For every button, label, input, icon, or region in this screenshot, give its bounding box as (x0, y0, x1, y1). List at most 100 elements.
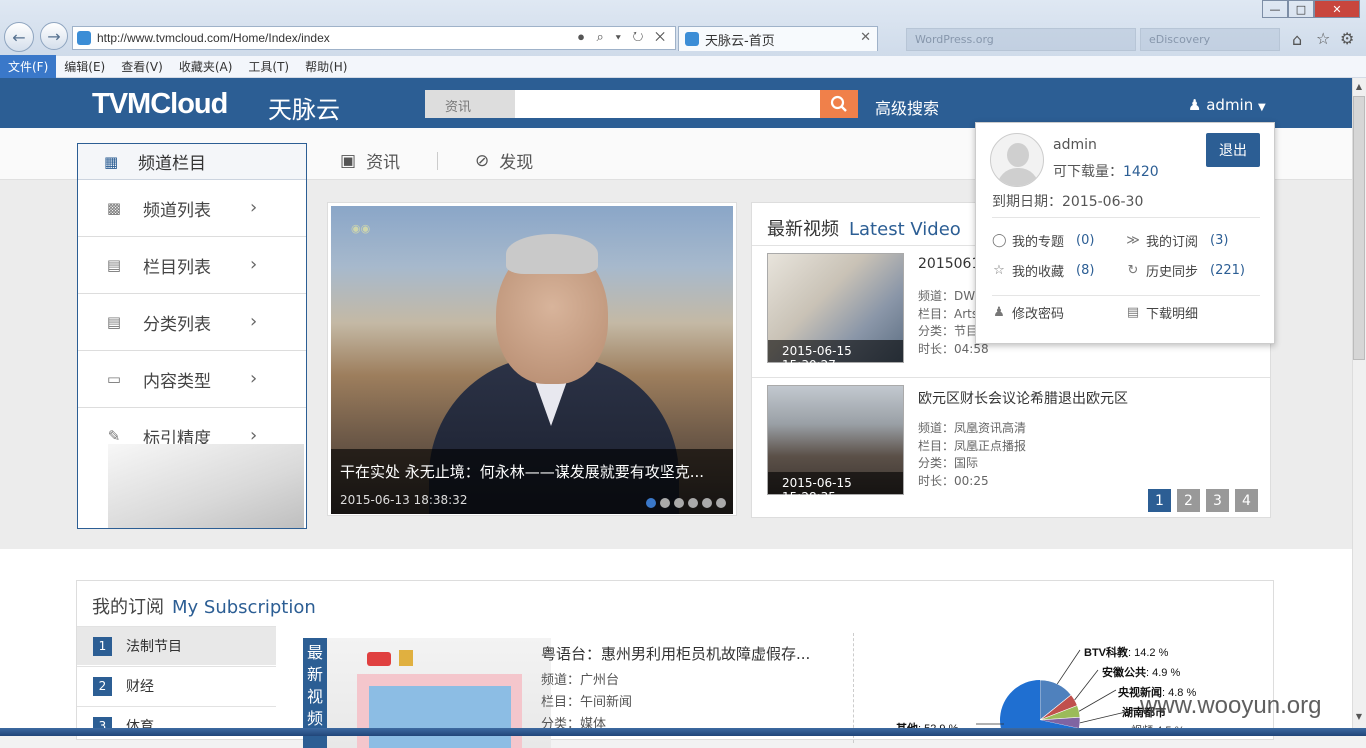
menu-file[interactable]: 文件(F) (0, 55, 57, 78)
search-type-select[interactable]: 资讯 (425, 90, 515, 118)
link-label: 我的收藏 (1012, 265, 1065, 280)
avatar (990, 133, 1044, 187)
subscription-video-channel: 频道：广州台 (541, 673, 620, 688)
page-button[interactable]: 3 (1206, 489, 1229, 512)
slider-dot[interactable] (702, 498, 712, 508)
compass-icon: ⊘ (475, 150, 490, 171)
subscription-title-cn: 我的订阅 (92, 597, 164, 618)
link-count: (221) (1210, 263, 1245, 278)
star-icon: ☆ (993, 263, 1005, 278)
subscription-item[interactable]: 1 法制节目 (77, 626, 276, 665)
my-topics-link[interactable]: ◯ 我的专题 (0) (992, 231, 1094, 250)
video-thumbnail[interactable]: 2015-06-15 15:30:27 (767, 253, 904, 372)
link-label: 我的订阅 (1146, 235, 1199, 250)
active-tab[interactable]: 天脉云-首页 ✕ (678, 26, 878, 51)
document-icon: ▤ (106, 256, 122, 274)
search-input[interactable] (515, 90, 820, 118)
my-subscriptions-link[interactable]: ≫ 我的订阅 (3) (1126, 231, 1228, 250)
user-icon: ♟ (1188, 96, 1202, 114)
logo-cn: 天脉云 (268, 96, 340, 124)
page-button[interactable]: 4 (1235, 489, 1258, 512)
hero-title[interactable]: 干在实处 永无止境：何永林——谋发展就要有攻坚克... (340, 461, 704, 482)
link-count: (3) (1210, 233, 1229, 248)
video-thumbnail[interactable]: 2015-06-15 15:28:35 (767, 385, 904, 504)
logo[interactable]: TVMCloud (92, 88, 228, 121)
slider-dot[interactable] (660, 498, 670, 508)
hero-slider[interactable]: ◉◉ 干在实处 永无止境：何永林——谋发展就要有攻坚克... 2015-06-1… (327, 202, 737, 516)
caret-down-icon: ▼ (1258, 102, 1266, 113)
sidebar-item-label: 频道列表 (143, 200, 211, 221)
subscription-title-en: My Subscription (172, 597, 316, 618)
sidebar-item-categories[interactable]: ▤ 分类列表 › (78, 294, 306, 351)
laptop-decoration (108, 444, 304, 528)
menu-favorites[interactable]: 收藏夹(A) (171, 55, 241, 78)
user-menu-toggle[interactable]: ♟ admin ▼ (1188, 96, 1266, 114)
sidebar-header: ▦ 频道栏目 (78, 144, 306, 180)
close-tab-icon[interactable]: ✕ (860, 30, 871, 45)
logout-button[interactable]: 退出 (1206, 133, 1260, 167)
item-label: 法制节目 (126, 639, 182, 655)
maximize-icon[interactable]: □ (1288, 0, 1314, 18)
nav-divider (437, 152, 438, 170)
slider-dots (646, 498, 726, 508)
window-icon: ▭ (106, 370, 122, 388)
scrollbar-thumb[interactable] (1353, 96, 1365, 360)
sidebar-item-label: 分类列表 (143, 314, 211, 335)
url-text: http://www.tvmcloud.com/Home/Index/index (97, 31, 330, 45)
subscription-item[interactable]: 2 财经 (77, 666, 276, 705)
close-window-icon[interactable]: ✕ (1314, 0, 1360, 18)
dashed-divider (853, 633, 854, 743)
minimize-icon[interactable]: — (1262, 0, 1288, 18)
address-tools-icon[interactable]: ● ⌕ ▾ ↻ ✕ (577, 29, 669, 45)
slider-dot[interactable] (716, 498, 726, 508)
menu-help[interactable]: 帮助(H) (297, 55, 355, 78)
hero-date: 2015-06-13 18:38:32 (340, 493, 468, 507)
slider-dot[interactable] (674, 498, 684, 508)
change-password-link[interactable]: ♟ 修改密码 (992, 303, 1064, 322)
background-tab[interactable]: eDiscovery (1140, 28, 1280, 51)
sidebar-item-channels[interactable]: ▩ 频道列表 › (78, 180, 306, 237)
search-icon (830, 95, 847, 112)
tab-discover[interactable]: ⊘ 发现 (475, 148, 533, 174)
menu-edit[interactable]: 编辑(E) (56, 55, 113, 78)
my-favorites-link[interactable]: ☆ 我的收藏 (8) (992, 261, 1094, 280)
forward-icon[interactable]: → (40, 22, 68, 50)
channel-logo-icon (367, 652, 391, 666)
video-meta: 频道：凤凰资讯高清 栏目：凤凰正点播报 分类：国际 时长：00:25 (918, 420, 1026, 490)
slider-dot[interactable] (646, 498, 656, 508)
video-title[interactable]: 欧元区财长会议论希腊退出欧元区 (918, 388, 1128, 408)
divider (992, 295, 1260, 296)
sidebar-item-label: 栏目列表 (143, 257, 211, 278)
camera-icon: ▣ (340, 150, 357, 171)
channel-logo-icon: ◉◉ (351, 222, 371, 235)
video-column: 栏目：凤凰正点播报 (918, 438, 1027, 453)
background-tab[interactable]: WordPress.org (906, 28, 1136, 51)
link-label: 修改密码 (1012, 307, 1065, 322)
slider-dot[interactable] (688, 498, 698, 508)
pie-leader-line (1078, 689, 1117, 712)
sidebar-item-content-types[interactable]: ▭ 内容类型 › (78, 351, 306, 408)
back-icon[interactable]: ← (4, 22, 34, 52)
page-button[interactable]: 2 (1177, 489, 1200, 512)
tab-news[interactable]: ▣ 资讯 (340, 148, 400, 174)
subscription-video-column: 栏目：午间新闻 (541, 695, 633, 710)
home-icon[interactable]: ⌂ (1292, 30, 1302, 49)
address-bar[interactable]: http://www.tvmcloud.com/Home/Index/index… (72, 26, 676, 50)
history-sync-link[interactable]: ↻ 历史同步 (221) (1126, 261, 1245, 280)
subscription-video-title[interactable]: 粤语台：惠州男利用柜员机故障虚假存... (541, 643, 810, 664)
chevron-right-icon: › (250, 254, 258, 275)
download-details-link[interactable]: ▤ 下载明细 (1126, 303, 1198, 322)
scroll-down-icon[interactable]: ▼ (1353, 710, 1365, 724)
advanced-search-link[interactable]: 高级搜索 (875, 95, 939, 119)
search-button[interactable] (820, 90, 858, 118)
user-name: admin (1206, 96, 1254, 114)
subscription-item[interactable]: 3 体育 (77, 706, 276, 745)
favorites-star-icon[interactable]: ☆ (1316, 29, 1330, 48)
page-button[interactable]: 1 (1148, 489, 1171, 512)
video-title[interactable]: 2015061 (918, 256, 980, 272)
scroll-up-icon[interactable]: ▲ (1353, 80, 1365, 94)
menu-view[interactable]: 查看(V) (113, 55, 171, 78)
menu-tools[interactable]: 工具(T) (240, 55, 297, 78)
sidebar-item-columns[interactable]: ▤ 栏目列表 › (78, 237, 306, 294)
gear-icon[interactable]: ⚙ (1340, 29, 1354, 48)
